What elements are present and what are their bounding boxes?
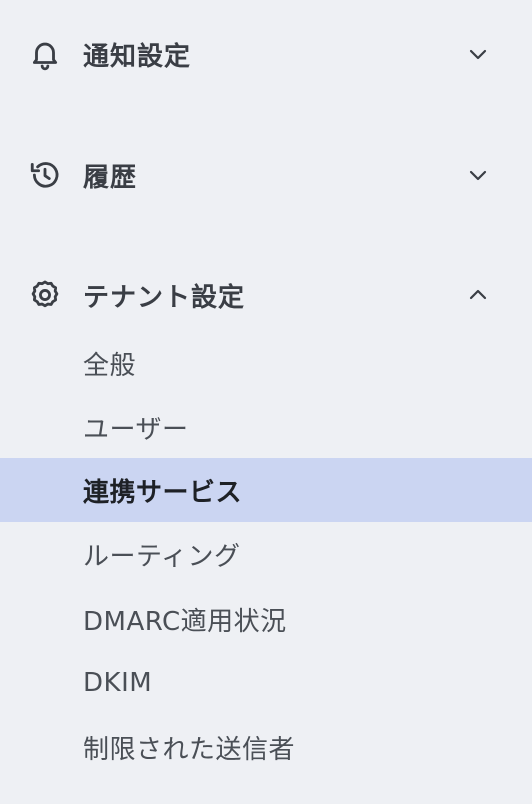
- chevron-up-icon[interactable]: [464, 281, 492, 309]
- menu-item-label: ルーティング: [83, 541, 241, 572]
- section-notification-settings[interactable]: 通知設定: [0, 22, 532, 86]
- chevron-down-icon[interactable]: [464, 161, 492, 189]
- menu-item-restricted-senders[interactable]: 制限された送信者: [0, 715, 532, 779]
- history-icon: [28, 158, 62, 192]
- menu-item-integrations[interactable]: 連携サービス: [0, 458, 532, 522]
- bell-icon: [28, 37, 62, 71]
- section-history[interactable]: 履歴: [0, 143, 532, 207]
- menu-item-label: DKIM: [83, 668, 153, 698]
- menu-item-label: DMARC適用状況: [83, 606, 287, 637]
- settings-sidebar: 通知設定 履歴 テナント設定 全般 ユーザー 連携サービス ルーティング DMA…: [0, 0, 532, 804]
- menu-item-label: 連携サービス: [83, 477, 243, 508]
- menu-item-dmarc-status[interactable]: DMARC適用状況: [0, 587, 532, 651]
- section-tenant-settings[interactable]: テナント設定: [0, 263, 532, 327]
- menu-item-dkim[interactable]: DKIM: [0, 651, 532, 715]
- menu-item-label: 全般: [83, 350, 137, 381]
- section-label-history: 履歴: [83, 162, 138, 193]
- menu-item-label: 制限された送信者: [83, 734, 296, 765]
- section-label-tenant-settings: テナント設定: [83, 282, 246, 313]
- gear-icon: [28, 278, 62, 312]
- section-label-notification-settings: 通知設定: [83, 41, 192, 72]
- menu-item-routing[interactable]: ルーティング: [0, 522, 532, 586]
- menu-item-general[interactable]: 全般: [0, 331, 532, 395]
- menu-item-label: ユーザー: [83, 414, 189, 445]
- chevron-down-icon[interactable]: [464, 40, 492, 68]
- menu-item-users[interactable]: ユーザー: [0, 395, 532, 459]
